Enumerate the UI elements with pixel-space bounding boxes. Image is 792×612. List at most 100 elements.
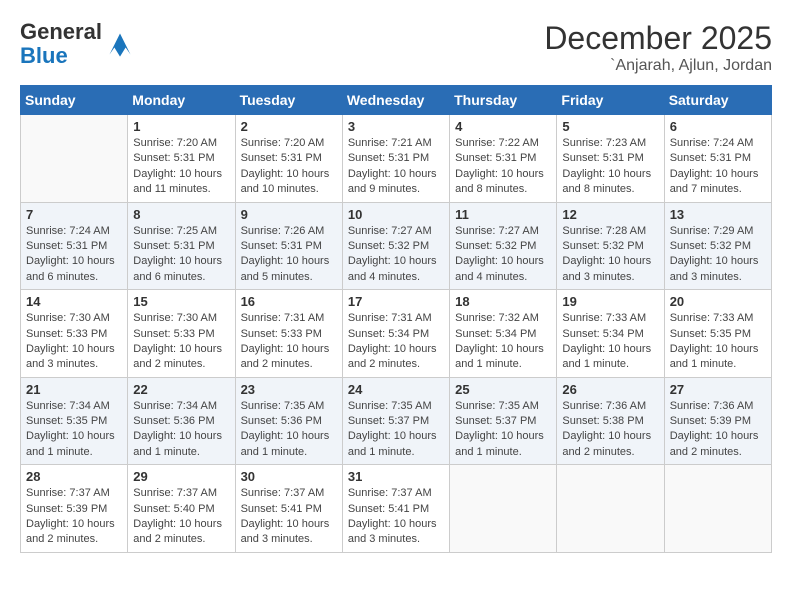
day-info: Sunrise: 7:24 AMSunset: 5:31 PMDaylight:… [26, 224, 122, 286]
calendar-cell: 2 Sunrise: 7:20 AMSunset: 5:31 PMDaylight… [235, 115, 342, 203]
header-sunday: Sunday [21, 86, 128, 115]
day-info: Sunrise: 7:37 AMSunset: 5:41 PMDaylight:… [241, 486, 337, 548]
logo-blue: Blue [20, 44, 102, 68]
day-info: Sunrise: 7:35 AMSunset: 5:37 PMDaylight:… [455, 399, 551, 461]
day-info: Sunrise: 7:29 AMSunset: 5:32 PMDaylight:… [670, 224, 766, 286]
day-info: Sunrise: 7:37 AMSunset: 5:41 PMDaylight:… [348, 486, 444, 548]
day-number: 29 [133, 469, 229, 484]
calendar-cell: 13 Sunrise: 7:29 AMSunset: 5:32 PMDayligh… [664, 202, 771, 290]
day-number: 2 [241, 119, 337, 134]
day-number: 3 [348, 119, 444, 134]
calendar-title: December 2025 [544, 20, 772, 57]
header-friday: Friday [557, 86, 664, 115]
calendar-cell: 11 Sunrise: 7:27 AMSunset: 5:32 PMDayligh… [450, 202, 557, 290]
header-wednesday: Wednesday [342, 86, 449, 115]
calendar-cell: 6Sunrise: 7:24 AMSunset: 5:31 PMDaylight… [664, 115, 771, 203]
day-info: Sunrise: 7:37 AMSunset: 5:39 PMDaylight:… [26, 486, 122, 548]
day-number: 24 [348, 382, 444, 397]
day-number: 1 [133, 119, 229, 134]
day-number: 18 [455, 294, 551, 309]
day-info: Sunrise: 7:27 AMSunset: 5:32 PMDaylight:… [455, 224, 551, 286]
calendar-cell: 23 Sunrise: 7:35 AMSunset: 5:36 PMDayligh… [235, 377, 342, 465]
calendar-cell: 25 Sunrise: 7:35 AMSunset: 5:37 PMDayligh… [450, 377, 557, 465]
day-number: 22 [133, 382, 229, 397]
day-number: 7 [26, 207, 122, 222]
calendar-table: SundayMondayTuesdayWednesdayThursdayFrid… [20, 85, 772, 553]
calendar-cell: 7 Sunrise: 7:24 AMSunset: 5:31 PMDaylight… [21, 202, 128, 290]
day-number: 26 [562, 382, 658, 397]
day-info: Sunrise: 7:26 AMSunset: 5:31 PMDaylight:… [241, 224, 337, 286]
day-number: 19 [562, 294, 658, 309]
day-info: Sunrise: 7:33 AMSunset: 5:35 PMDaylight:… [670, 311, 766, 373]
calendar-cell: 8Sunrise: 7:25 AMSunset: 5:31 PMDaylight… [128, 202, 235, 290]
day-info: Sunrise: 7:22 AMSunset: 5:31 PMDaylight:… [455, 136, 551, 198]
title-block: December 2025 `Anjarah, Ajlun, Jordan [544, 20, 772, 75]
day-info: Sunrise: 7:37 AMSunset: 5:40 PMDaylight:… [133, 486, 229, 548]
calendar-cell: 28 Sunrise: 7:37 AMSunset: 5:39 PMDayligh… [21, 465, 128, 553]
day-info: Sunrise: 7:35 AMSunset: 5:37 PMDaylight:… [348, 399, 444, 461]
calendar-cell [21, 115, 128, 203]
day-number: 27 [670, 382, 766, 397]
calendar-cell [664, 465, 771, 553]
day-number: 21 [26, 382, 122, 397]
calendar-cell: 29 Sunrise: 7:37 AMSunset: 5:40 PMDayligh… [128, 465, 235, 553]
calendar-cell: 19 Sunrise: 7:33 AMSunset: 5:34 PMDayligh… [557, 290, 664, 378]
calendar-cell: 22 Sunrise: 7:34 AMSunset: 5:36 PMDayligh… [128, 377, 235, 465]
day-info: Sunrise: 7:34 AMSunset: 5:35 PMDaylight:… [26, 399, 122, 461]
day-number: 28 [26, 469, 122, 484]
calendar-cell: 15 Sunrise: 7:30 AMSunset: 5:33 PMDayligh… [128, 290, 235, 378]
day-info: Sunrise: 7:36 AMSunset: 5:38 PMDaylight:… [562, 399, 658, 461]
calendar-cell: 4 Sunrise: 7:22 AMSunset: 5:31 PMDaylight… [450, 115, 557, 203]
day-info: Sunrise: 7:35 AMSunset: 5:36 PMDaylight:… [241, 399, 337, 461]
calendar-cell: 16 Sunrise: 7:31 AMSunset: 5:33 PMDayligh… [235, 290, 342, 378]
day-info: Sunrise: 7:20 AMSunset: 5:31 PMDaylight:… [241, 136, 337, 198]
calendar-cell: 17 Sunrise: 7:31 AMSunset: 5:34 PMDayligh… [342, 290, 449, 378]
day-number: 10 [348, 207, 444, 222]
calendar-cell: 30 Sunrise: 7:37 AMSunset: 5:41 PMDayligh… [235, 465, 342, 553]
calendar-week-row: 1 Sunrise: 7:20 AMSunset: 5:31 PMDaylight… [21, 115, 772, 203]
day-number: 16 [241, 294, 337, 309]
day-number: 23 [241, 382, 337, 397]
day-number: 9 [241, 207, 337, 222]
day-info: Sunrise: 7:25 AMSunset: 5:31 PMDaylight:… [133, 224, 229, 286]
calendar-cell: 5Sunrise: 7:23 AMSunset: 5:31 PMDaylight… [557, 115, 664, 203]
header-thursday: Thursday [450, 86, 557, 115]
day-number: 12 [562, 207, 658, 222]
day-number: 30 [241, 469, 337, 484]
day-info: Sunrise: 7:34 AMSunset: 5:36 PMDaylight:… [133, 399, 229, 461]
calendar-header-row: SundayMondayTuesdayWednesdayThursdayFrid… [21, 86, 772, 115]
day-number: 31 [348, 469, 444, 484]
day-info: Sunrise: 7:30 AMSunset: 5:33 PMDaylight:… [133, 311, 229, 373]
calendar-cell: 21 Sunrise: 7:34 AMSunset: 5:35 PMDayligh… [21, 377, 128, 465]
calendar-cell: 27Sunrise: 7:36 AMSunset: 5:39 PMDayligh… [664, 377, 771, 465]
calendar-cell: 18 Sunrise: 7:32 AMSunset: 5:34 PMDayligh… [450, 290, 557, 378]
day-number: 4 [455, 119, 551, 134]
day-number: 13 [670, 207, 766, 222]
logo-icon [106, 30, 134, 58]
day-number: 15 [133, 294, 229, 309]
day-number: 20 [670, 294, 766, 309]
calendar-subtitle: `Anjarah, Ajlun, Jordan [544, 57, 772, 75]
day-number: 17 [348, 294, 444, 309]
day-number: 11 [455, 207, 551, 222]
calendar-cell: 1 Sunrise: 7:20 AMSunset: 5:31 PMDaylight… [128, 115, 235, 203]
calendar-cell: 3Sunrise: 7:21 AMSunset: 5:31 PMDaylight… [342, 115, 449, 203]
day-info: Sunrise: 7:32 AMSunset: 5:34 PMDaylight:… [455, 311, 551, 373]
day-info: Sunrise: 7:31 AMSunset: 5:34 PMDaylight:… [348, 311, 444, 373]
calendar-cell: 12Sunrise: 7:28 AMSunset: 5:32 PMDayligh… [557, 202, 664, 290]
day-info: Sunrise: 7:20 AMSunset: 5:31 PMDaylight:… [133, 136, 229, 198]
day-info: Sunrise: 7:33 AMSunset: 5:34 PMDaylight:… [562, 311, 658, 373]
calendar-cell: 9 Sunrise: 7:26 AMSunset: 5:31 PMDaylight… [235, 202, 342, 290]
day-number: 6 [670, 119, 766, 134]
day-number: 25 [455, 382, 551, 397]
calendar-week-row: 21 Sunrise: 7:34 AMSunset: 5:35 PMDayligh… [21, 377, 772, 465]
calendar-cell [450, 465, 557, 553]
calendar-week-row: 14 Sunrise: 7:30 AMSunset: 5:33 PMDayligh… [21, 290, 772, 378]
day-number: 14 [26, 294, 122, 309]
calendar-cell: 10Sunrise: 7:27 AMSunset: 5:32 PMDayligh… [342, 202, 449, 290]
calendar-cell: 26 Sunrise: 7:36 AMSunset: 5:38 PMDayligh… [557, 377, 664, 465]
header-saturday: Saturday [664, 86, 771, 115]
day-info: Sunrise: 7:23 AMSunset: 5:31 PMDaylight:… [562, 136, 658, 198]
day-info: Sunrise: 7:31 AMSunset: 5:33 PMDaylight:… [241, 311, 337, 373]
header-monday: Monday [128, 86, 235, 115]
